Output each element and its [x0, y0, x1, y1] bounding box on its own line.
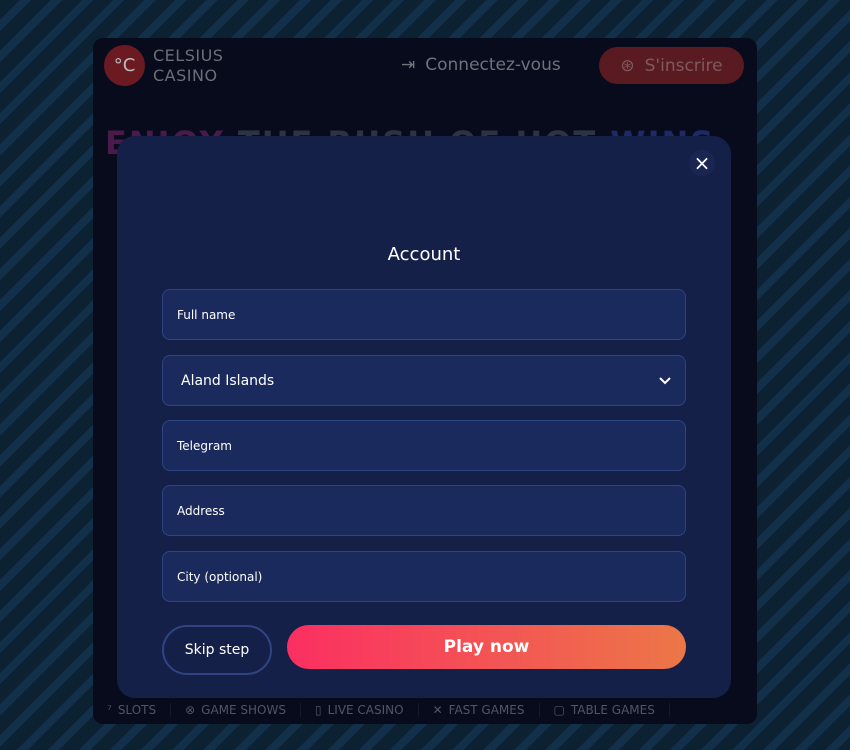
address-input[interactable]: Address	[162, 485, 686, 536]
nav-label: GAME SHOWS	[201, 703, 286, 717]
signup-button[interactable]: ⊛ S'inscrire	[599, 47, 744, 84]
close-icon[interactable]: ×	[689, 150, 715, 176]
nav-game-shows[interactable]: ⊗ GAME SHOWS	[171, 703, 301, 717]
nav-label: SLOTS	[117, 703, 157, 717]
nav-label: TABLE GAMES	[570, 703, 655, 717]
modal-title: Account	[387, 244, 461, 265]
bottom-nav: ⁷ SLOTS ⊗ GAME SHOWS ▯ LIVE CASINO ✕ FAST GA…	[93, 696, 757, 724]
logo[interactable]: °C CELSIUS CASINO	[104, 45, 223, 86]
card-icon: ▯	[314, 703, 322, 717]
account-modal: × Account Full name Aland Islands Telegr…	[117, 136, 731, 698]
city-placeholder: City (optional)	[177, 569, 263, 584]
nav-live-casino[interactable]: ▯ LIVE CASINO	[301, 703, 419, 717]
address-placeholder: Address	[177, 503, 225, 518]
login-label: Connectez-vous	[425, 55, 561, 75]
login-button[interactable]: ⇥ Connectez-vous	[401, 55, 561, 75]
logo-mark: °C	[104, 45, 145, 86]
nav-fast-games[interactable]: ✕ FAST GAMES	[419, 703, 540, 717]
country-select[interactable]: Aland Islands	[162, 355, 686, 406]
skip-step-button[interactable]: Skip step	[162, 625, 272, 675]
nav-label: LIVE CASINO	[327, 703, 404, 717]
play-now-button[interactable]: Play now	[287, 625, 686, 669]
telegram-placeholder: Telegram	[177, 438, 232, 453]
full-name-placeholder: Full name	[177, 307, 236, 322]
logo-line1: CELSIUS	[153, 45, 224, 65]
country-value: Aland Islands	[181, 372, 275, 389]
swords-icon: ✕	[432, 703, 443, 717]
telegram-input[interactable]: Telegram	[162, 420, 686, 471]
nav-slots[interactable]: ⁷ SLOTS	[93, 703, 172, 717]
nav-label: FAST GAMES	[448, 703, 525, 717]
chevron-down-icon	[659, 373, 671, 389]
login-icon: ⇥	[401, 55, 416, 75]
cards-icon: ▢	[553, 703, 565, 717]
city-input[interactable]: City (optional)	[162, 551, 686, 602]
signup-icon: ⊛	[620, 55, 635, 76]
full-name-input[interactable]: Full name	[162, 289, 686, 340]
logo-line2: CASINO	[153, 65, 218, 85]
slots-icon: ⁷	[107, 703, 112, 717]
wheel-icon: ⊗	[185, 703, 196, 717]
signup-label: S'inscrire	[644, 55, 723, 76]
nav-table-games[interactable]: ▢ TABLE GAMES	[540, 703, 670, 717]
